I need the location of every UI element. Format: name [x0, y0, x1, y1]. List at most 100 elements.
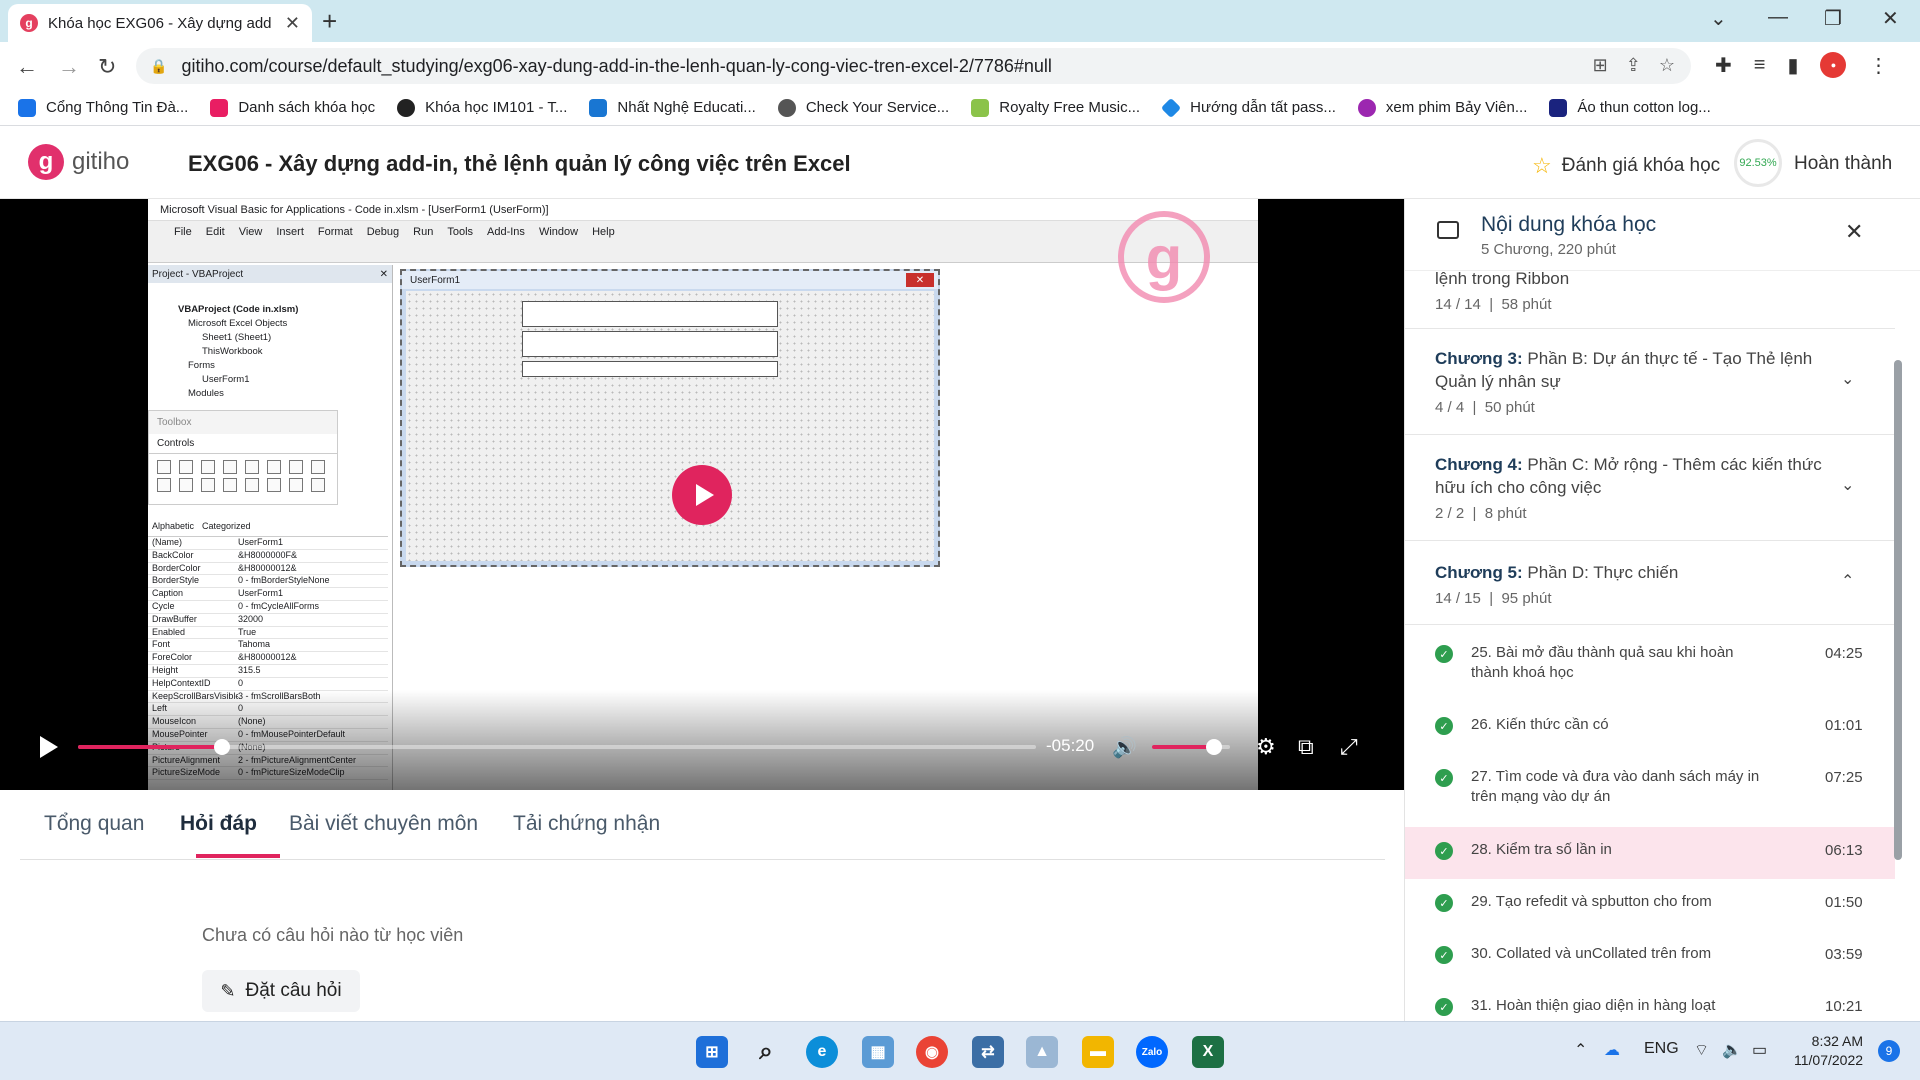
course-tabs: Tổng quan Hỏi đáp Bài viết chuyên môn Tả…: [20, 790, 1385, 860]
profile-avatar[interactable]: ●: [1820, 52, 1847, 78]
fullscreen-icon[interactable]: ⤢: [1340, 734, 1358, 760]
lesson-item[interactable]: ✓ 29. Tạo refedit và spbutton cho from 0…: [1405, 892, 1895, 924]
logo-text: gitiho: [72, 148, 130, 175]
extensions-icon[interactable]: ✚: [1715, 53, 1732, 78]
gitiho-logo[interactable]: g gitiho: [28, 144, 129, 180]
rate-course-button[interactable]: ☆ Đánh giá khóa học: [1532, 153, 1720, 179]
chrome-icon[interactable]: ◉: [916, 1036, 948, 1068]
notification-badge[interactable]: 9: [1878, 1040, 1900, 1062]
wifi-icon[interactable]: ⌔: [1694, 1040, 1709, 1060]
close-sidebar-icon[interactable]: ✕: [1845, 219, 1863, 245]
lesson-title: 27. Tìm code và đưa vào danh sách máy in…: [1471, 768, 1760, 805]
property-value: 0 - fmBorderStyleNone: [238, 575, 330, 586]
minimize-icon[interactable]: —: [1768, 6, 1788, 29]
control-panel-icon[interactable]: ▦: [862, 1036, 894, 1068]
chevron-up-icon[interactable]: ⌃: [1841, 571, 1854, 591]
bookmark-item[interactable]: Hướng dẫn tất pass...: [1160, 97, 1336, 118]
chapter-item[interactable]: Chương 3: Phần B: Dự án thực tế - Tạo Th…: [1405, 329, 1895, 435]
ask-question-button[interactable]: ✎ Đặt câu hỏi: [202, 970, 360, 1012]
media-control-icon[interactable]: ≡: [1754, 54, 1766, 77]
reload-icon[interactable]: ↻: [98, 54, 116, 80]
property-value: UserForm1: [238, 537, 284, 547]
chevron-up-icon[interactable]: ⌃: [1574, 1040, 1587, 1060]
volume-level: [1152, 745, 1215, 749]
translate-icon[interactable]: ⊞: [1593, 55, 1608, 76]
video-player[interactable]: Microsoft Visual Basic for Applications …: [0, 199, 1404, 790]
bookmark-item[interactable]: Áo thun cotton log...: [1549, 98, 1711, 117]
chapter-item[interactable]: Chương 5: Phần D: Thực chiến 14 / 15 | 9…: [1405, 541, 1895, 625]
photos-icon[interactable]: ▲: [1026, 1036, 1058, 1068]
apple-icon: [777, 98, 796, 117]
restore-icon[interactable]: ❐: [1824, 6, 1842, 31]
lesson-item[interactable]: ✓ 31. Hoàn thiện giao diện in hàng loạt …: [1405, 996, 1895, 1021]
active-tab-indicator: [196, 854, 280, 858]
lesson-item[interactable]: ✓ 30. Collated và unCollated trên from 0…: [1405, 944, 1895, 976]
chapter-item[interactable]: Chương 4: Phần C: Mở rộng - Thêm các kiế…: [1405, 435, 1895, 541]
property-row: Caption UserForm1: [148, 588, 388, 601]
rate-label: Đánh giá khóa học: [1561, 155, 1721, 176]
tab-overview[interactable]: Tổng quan: [44, 812, 144, 836]
new-tab-icon[interactable]: +: [322, 6, 337, 37]
taskbar-clock[interactable]: 8:32 AM 11/07/2022: [1794, 1032, 1863, 1070]
vba-title: Microsoft Visual Basic for Applications …: [148, 199, 1258, 221]
back-icon[interactable]: ←: [16, 54, 38, 80]
lesson-item-current[interactable]: ✓ 28. Kiểm tra số lần in 06:13: [1405, 827, 1895, 879]
tab-articles[interactable]: Bài viết chuyên môn: [289, 812, 478, 836]
bookmark-item[interactable]: Cổng Thông Tin Đà...: [18, 98, 188, 117]
share-icon[interactable]: ⇪: [1626, 55, 1641, 76]
bookmark-item[interactable]: Royalty Free Music...: [971, 98, 1140, 117]
volume-slider[interactable]: [1152, 739, 1230, 755]
language-indicator[interactable]: ENG: [1644, 1040, 1679, 1058]
menu-icon[interactable]: ⋮: [1868, 53, 1888, 78]
close-window-icon[interactable]: ✕: [1882, 6, 1899, 31]
tool-icon: [245, 478, 259, 492]
tab-certificate[interactable]: Tải chứng nhận: [513, 812, 660, 836]
tab-search-icon[interactable]: ⌄: [1710, 6, 1727, 31]
side-panel-icon[interactable]: ▮: [1787, 53, 1798, 78]
zalo-icon[interactable]: Zalo: [1136, 1036, 1168, 1068]
seek-handle[interactable]: [213, 739, 230, 755]
excel-icon[interactable]: X: [1192, 1036, 1224, 1068]
bookmark-item[interactable]: Khóa học IM101 - T...: [397, 98, 567, 117]
volume-handle[interactable]: [1206, 739, 1223, 755]
bookmark-item[interactable]: Danh sách khóa học: [210, 98, 375, 117]
network-app-icon[interactable]: ⇄: [972, 1036, 1004, 1068]
tab-qa[interactable]: Hỏi đáp: [180, 812, 257, 836]
seek-bar[interactable]: [78, 739, 1036, 755]
chapter-title: Chương 3: Phần B: Dự án thực tế - Tạo Th…: [1435, 349, 1813, 391]
edge-icon[interactable]: e: [806, 1036, 838, 1068]
userform-titlebar: UserForm1 ✕: [402, 271, 938, 289]
file-explorer-icon[interactable]: ▬: [1082, 1036, 1114, 1068]
vba-toolbar: [148, 243, 1258, 263]
lesson-item[interactable]: ✓ 25. Bài mở đầu thành quả sau khi hoàn …: [1405, 643, 1895, 695]
property-name: ForeColor: [152, 652, 193, 663]
lesson-item[interactable]: ✓ 27. Tìm code và đưa vào danh sách máy …: [1405, 767, 1895, 819]
vba-menu-item: Insert: [276, 226, 304, 238]
property-name: Font: [152, 639, 171, 650]
search-icon[interactable]: ⌕: [750, 1036, 782, 1068]
browser-tab[interactable]: g Khóa học EXG06 - Xây dựng add ✕: [8, 4, 312, 42]
url-input[interactable]: 🔒 gitiho.com/course/default_studying/exg…: [136, 48, 1691, 84]
play-overlay-button[interactable]: [672, 465, 732, 525]
play-icon[interactable]: [40, 736, 58, 758]
bookmark-star-icon[interactable]: ☆: [1659, 55, 1675, 76]
forward-icon[interactable]: →: [58, 54, 80, 80]
chevron-down-icon[interactable]: ⌄: [1841, 475, 1854, 495]
close-tab-icon[interactable]: ✕: [285, 13, 300, 34]
volume-icon[interactable]: 🔊: [1112, 735, 1137, 760]
start-icon[interactable]: ⊞: [696, 1036, 728, 1068]
sidebar-scrollbar[interactable]: [1894, 360, 1902, 860]
properties-tabs: Alphabetic Categorized: [148, 521, 388, 537]
speaker-icon[interactable]: 🔈: [1722, 1040, 1742, 1060]
settings-gear-icon[interactable]: ⚙: [1256, 734, 1276, 760]
onedrive-icon[interactable]: ☁: [1604, 1040, 1620, 1060]
lesson-item[interactable]: ✓ 26. Kiến thức cần có 01:01: [1405, 715, 1895, 747]
battery-icon[interactable]: ▭: [1752, 1040, 1767, 1060]
open-external-icon[interactable]: ⧉: [1298, 734, 1314, 760]
bookmark-item[interactable]: Check Your Service...: [777, 98, 949, 117]
bookmark-item[interactable]: xem phim Bảy Viên...: [1357, 98, 1527, 117]
bookmark-item[interactable]: Nhất Nghệ Educati...: [589, 98, 756, 117]
chevron-down-icon[interactable]: ⌄: [1841, 369, 1854, 389]
tool-icon: [223, 478, 237, 492]
lock-icon[interactable]: 🔒: [150, 58, 167, 75]
